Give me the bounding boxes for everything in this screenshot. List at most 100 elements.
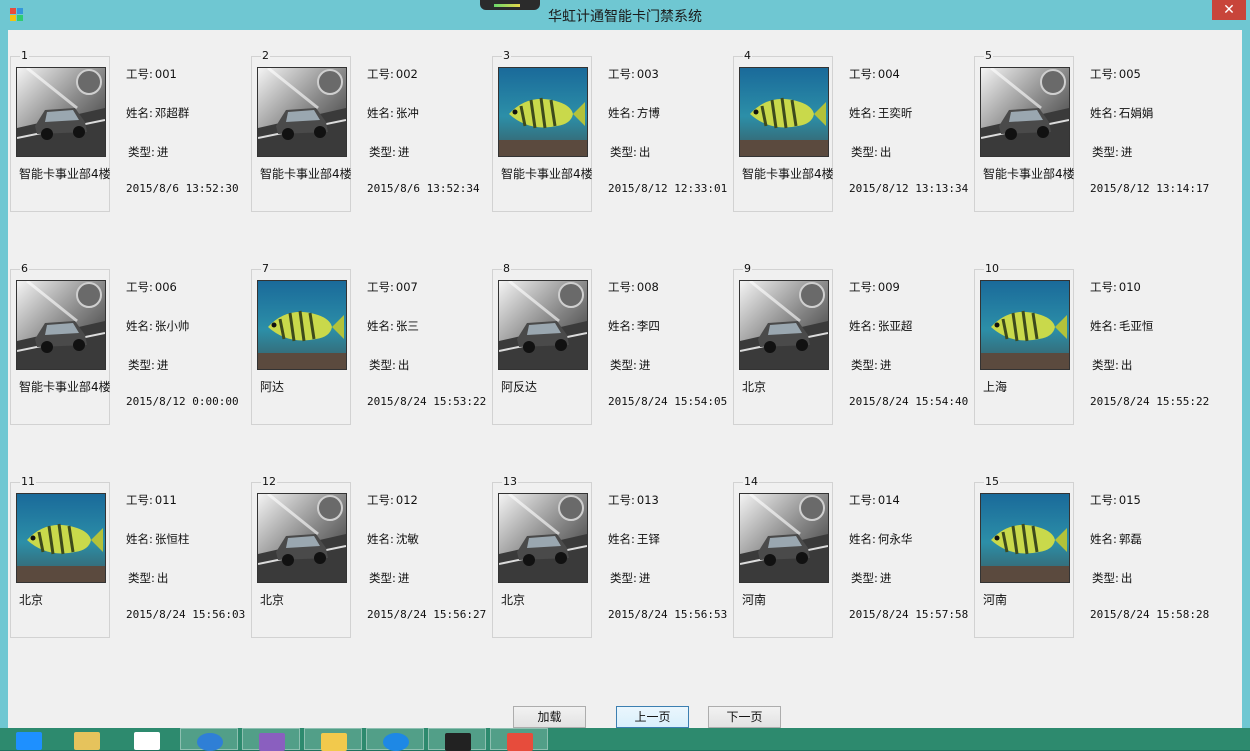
record-id: 013 bbox=[636, 493, 659, 507]
record-location: 智能卡事业部4楼 bbox=[260, 167, 352, 181]
record-id: 006 bbox=[154, 280, 177, 294]
car-photo-image bbox=[740, 281, 828, 369]
folder-icon[interactable] bbox=[58, 728, 116, 750]
record-name-row: 姓名: 张小帅 bbox=[126, 318, 189, 334]
close-button[interactable]: ✕ bbox=[1212, 0, 1246, 20]
record-card: 12 北京 工号: 012 姓名: 沈敏 类型: 进 2015/8/24 15:56:… bbox=[251, 475, 491, 642]
car-photo bbox=[739, 280, 829, 370]
type-label: 类型: bbox=[369, 358, 396, 372]
photo-panel: 8 阿反达 bbox=[492, 262, 592, 425]
id-label: 工号: bbox=[126, 67, 153, 81]
record-index: 8 bbox=[502, 262, 511, 275]
client-area: 加载 上一页 下一页 1 智能卡事业部4楼 工号: 001 姓名: 邓超群 类型: 进… bbox=[8, 30, 1242, 730]
record-name: 郭磊 bbox=[1118, 532, 1142, 546]
fish-photo-image bbox=[981, 494, 1069, 582]
record-time: 2015/8/6 13:52:30 bbox=[126, 182, 239, 195]
record-id-row: 工号: 005 bbox=[1090, 66, 1141, 82]
car-photo-image bbox=[17, 68, 105, 156]
record-index: 7 bbox=[261, 262, 270, 275]
record-name-row: 姓名: 张亚超 bbox=[849, 318, 912, 334]
ie-icon[interactable] bbox=[0, 728, 58, 750]
record-name: 沈敏 bbox=[395, 532, 419, 546]
photo-app-icon[interactable] bbox=[428, 728, 486, 751]
record-id: 007 bbox=[395, 280, 418, 294]
record-id-row: 工号: 014 bbox=[849, 492, 900, 508]
record-card: 10 上海 工号: 010 姓名: 毛亚恒 类型: 出 2015/8/24 15:55… bbox=[974, 262, 1214, 429]
record-id-row: 工号: 003 bbox=[608, 66, 659, 82]
photo-panel: 15 河南 bbox=[974, 475, 1074, 638]
record-type-row: 类型: 进 bbox=[851, 357, 891, 373]
record-name-row: 姓名: 沈敏 bbox=[367, 531, 419, 547]
record-card: 4 智能卡事业部4楼 工号: 004 姓名: 王奕昕 类型: 出 2015/8/12 … bbox=[733, 49, 973, 216]
record-type-row: 类型: 出 bbox=[610, 144, 650, 160]
record-name: 张亚超 bbox=[877, 319, 913, 333]
window-title: 华虹计通智能卡门禁系统 bbox=[548, 9, 702, 25]
record-id: 004 bbox=[877, 67, 900, 81]
record-index: 5 bbox=[984, 49, 993, 62]
type-label: 类型: bbox=[369, 145, 396, 159]
record-id-row: 工号: 012 bbox=[367, 492, 418, 508]
load-button[interactable]: 加载 bbox=[513, 706, 586, 728]
record-index: 10 bbox=[984, 262, 1000, 275]
name-label: 姓名: bbox=[608, 319, 635, 333]
car-photo-image bbox=[740, 494, 828, 582]
qq-browser-icon[interactable] bbox=[366, 728, 424, 751]
next-page-button[interactable]: 下一页 bbox=[708, 706, 781, 728]
record-card: 1 智能卡事业部4楼 工号: 001 姓名: 邓超群 类型: 进 2015/8/6 1… bbox=[10, 49, 250, 216]
record-type: 进 bbox=[156, 145, 169, 159]
record-card: 13 北京 工号: 013 姓名: 王铎 类型: 进 2015/8/24 15:56:… bbox=[492, 475, 732, 642]
prev-page-button[interactable]: 上一页 bbox=[616, 706, 689, 728]
car-photo-image bbox=[499, 494, 587, 582]
visual-studio-icon[interactable] bbox=[242, 728, 300, 751]
record-id-row: 工号: 006 bbox=[126, 279, 177, 295]
record-id-row: 工号: 001 bbox=[126, 66, 177, 82]
record-index: 9 bbox=[743, 262, 752, 275]
record-id-row: 工号: 002 bbox=[367, 66, 418, 82]
record-type-row: 类型: 出 bbox=[1092, 357, 1132, 373]
type-label: 类型: bbox=[610, 358, 637, 372]
record-type: 出 bbox=[879, 145, 892, 159]
window-icon[interactable] bbox=[118, 728, 176, 750]
record-card: 8 阿反达 工号: 008 姓名: 李四 类型: 进 2015/8/24 15:54:… bbox=[492, 262, 732, 429]
car-photo-image bbox=[499, 281, 587, 369]
record-id: 005 bbox=[1118, 67, 1141, 81]
type-label: 类型: bbox=[1092, 145, 1119, 159]
sogou-icon[interactable] bbox=[180, 728, 238, 751]
record-type-row: 类型: 出 bbox=[369, 357, 409, 373]
record-id-row: 工号: 007 bbox=[367, 279, 418, 295]
fish-photo-image bbox=[258, 281, 346, 369]
record-index: 2 bbox=[261, 49, 270, 62]
record-name-row: 姓名: 张恒柱 bbox=[126, 531, 189, 547]
record-type-row: 类型: 进 bbox=[851, 570, 891, 586]
record-time: 2015/8/24 15:57:58 bbox=[849, 608, 969, 621]
record-id: 010 bbox=[1118, 280, 1141, 294]
record-location: 智能卡事业部4楼 bbox=[501, 167, 593, 181]
record-card: 11 北京 工号: 011 姓名: 张恒柱 类型: 出 2015/8/24 15:56… bbox=[10, 475, 250, 642]
record-time: 2015/8/24 15:56:27 bbox=[367, 608, 487, 621]
id-label: 工号: bbox=[367, 280, 394, 294]
photo-panel: 12 北京 bbox=[251, 475, 351, 638]
record-type-row: 类型: 进 bbox=[128, 357, 168, 373]
record-name-row: 姓名: 张冲 bbox=[367, 105, 419, 121]
title-bar[interactable]: 华虹计通智能卡门禁系统 ✕ bbox=[0, 0, 1250, 30]
office-icon[interactable] bbox=[490, 728, 548, 751]
record-location: 智能卡事业部4楼 bbox=[983, 167, 1075, 181]
id-label: 工号: bbox=[367, 493, 394, 507]
fish-photo-image bbox=[17, 494, 105, 582]
type-label: 类型: bbox=[1092, 571, 1119, 585]
id-label: 工号: bbox=[849, 280, 876, 294]
photo-panel: 14 河南 bbox=[733, 475, 833, 638]
visual-studio-icon-glyph bbox=[259, 733, 285, 751]
record-location: 北京 bbox=[260, 593, 285, 607]
record-name: 张小帅 bbox=[154, 319, 190, 333]
record-type-row: 类型: 出 bbox=[851, 144, 891, 160]
record-card: 15 河南 工号: 015 姓名: 郭磊 类型: 出 2015/8/24 15:58:… bbox=[974, 475, 1214, 642]
record-id-row: 工号: 013 bbox=[608, 492, 659, 508]
record-type-row: 类型: 出 bbox=[128, 570, 168, 586]
photo-panel: 5 智能卡事业部4楼 bbox=[974, 49, 1075, 212]
record-type-row: 类型: 进 bbox=[610, 570, 650, 586]
app-icon[interactable] bbox=[304, 728, 362, 751]
name-label: 姓名: bbox=[608, 532, 635, 546]
id-label: 工号: bbox=[608, 493, 635, 507]
type-label: 类型: bbox=[128, 145, 155, 159]
